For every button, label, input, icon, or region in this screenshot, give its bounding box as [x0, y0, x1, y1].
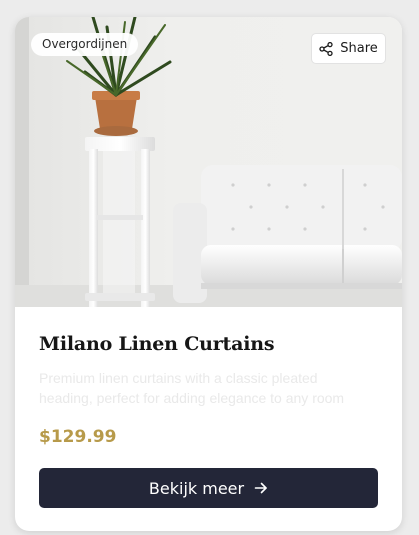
share-icon [319, 41, 333, 56]
arrow-right-icon [254, 481, 268, 495]
view-more-button[interactable]: Bekijk meer [39, 468, 378, 508]
category-badge: Overgordijnen [31, 33, 139, 56]
product-card: Overgordijnen Share Milano Linen Curtain… [15, 17, 402, 531]
product-title: Milano Linen Curtains [39, 333, 275, 355]
product-price: $129.99 [39, 427, 117, 447]
product-description: Premium linen curtains with a classic pl… [39, 370, 345, 406]
view-more-label: Bekijk meer [148, 478, 245, 498]
share-label: Share [340, 41, 378, 56]
share-button[interactable]: Share [311, 33, 386, 64]
product-image: Overgordijnen Share [15, 17, 402, 307]
